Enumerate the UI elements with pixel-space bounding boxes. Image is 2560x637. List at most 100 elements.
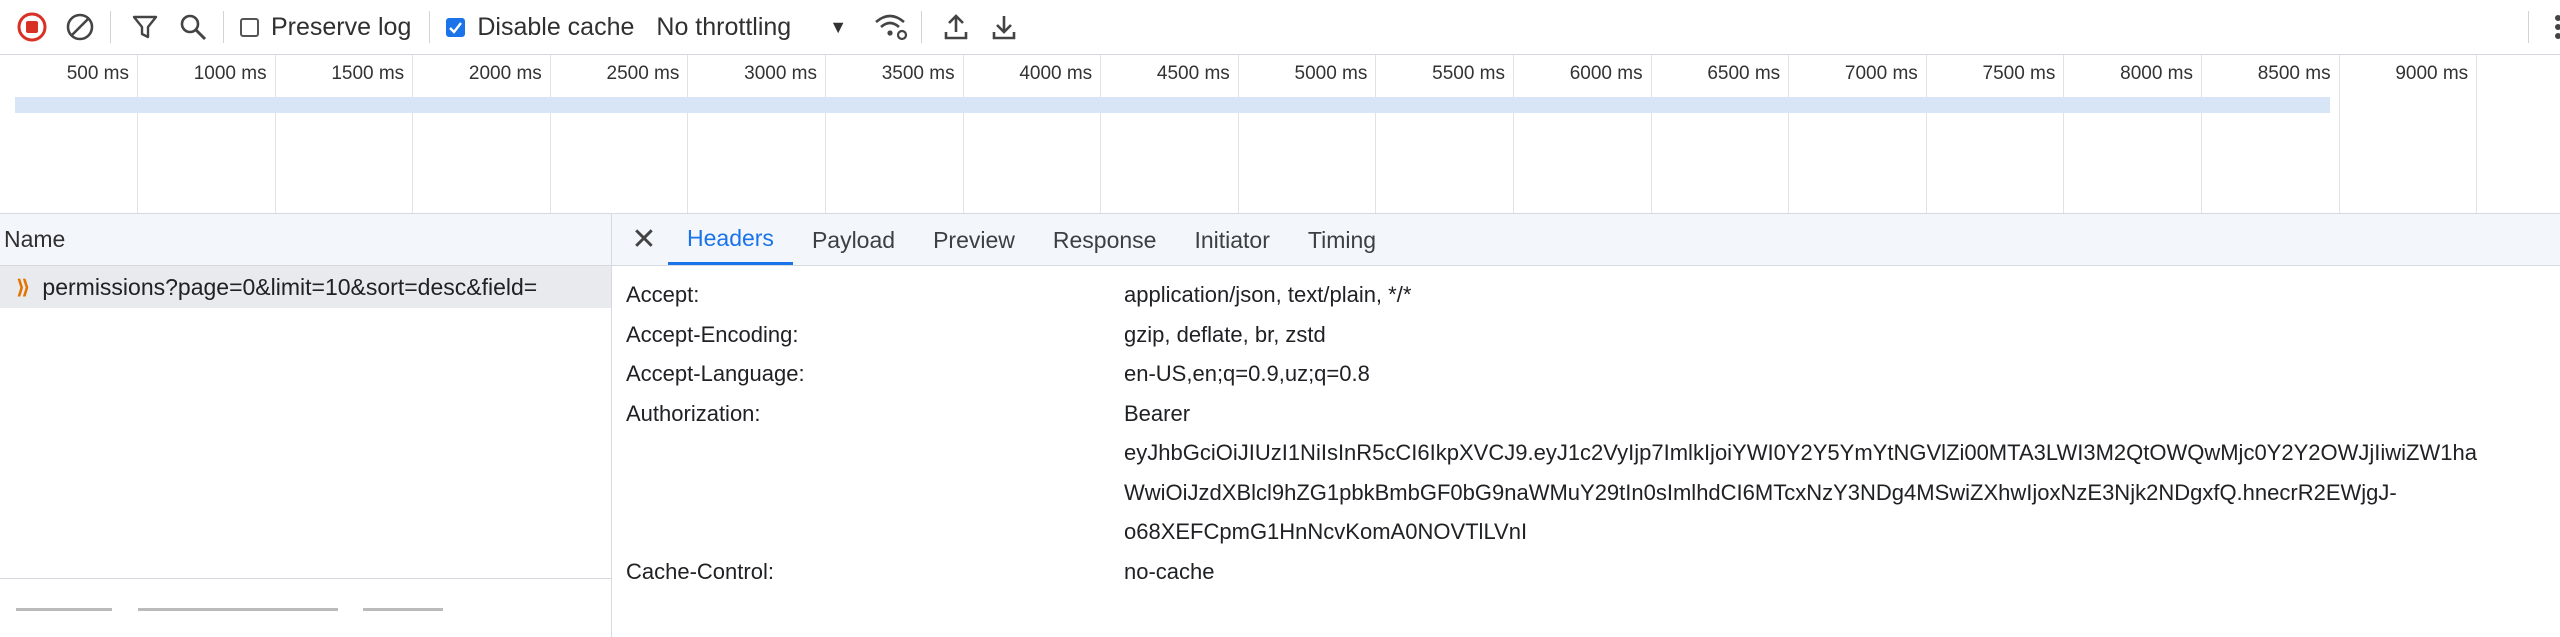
checkbox-box-checked[interactable]	[446, 17, 466, 37]
header-value: no-cache	[1124, 558, 1215, 584]
header-name: Authorization:	[626, 400, 761, 426]
request-details-panel: ✕ Headers Payload Preview Response Initiator…	[612, 214, 2560, 637]
request-name: permissions?page=0&limit=10&sort=desc&fi…	[42, 273, 538, 300]
filter-icon	[132, 15, 158, 39]
header-value: Bearer	[1124, 400, 1191, 426]
dropdown-arrow-icon: ▼	[829, 16, 848, 37]
tab-preview[interactable]: Preview	[914, 215, 1034, 265]
header-value: gzip, deflate, br, zstd	[1124, 321, 1326, 347]
xhr-request-icon: ⟫	[16, 276, 31, 299]
timeline-tick-label: 8000 ms	[2120, 63, 2193, 84]
timeline-tick-label: 8500 ms	[2257, 63, 2331, 84]
timeline-gridline	[2476, 55, 2478, 213]
filter-button[interactable]	[123, 5, 167, 49]
toolbar-separator	[429, 11, 431, 43]
timeline-tick-label: 4500 ms	[1156, 63, 1230, 84]
timeline-tick-label: 3000 ms	[744, 63, 817, 84]
timeline-tick-label: 5000 ms	[1294, 63, 1368, 84]
timeline-tick-label: 1500 ms	[331, 63, 405, 84]
timeline-tick-label: 2500 ms	[606, 63, 680, 84]
header-value: eyJhbGciOiJIUzI1NiIsInR5cCI6IkpXVCJ9.eyJ…	[1124, 440, 2477, 465]
checkmark-icon	[449, 21, 463, 34]
clear-button[interactable]	[58, 5, 102, 49]
clear-icon	[66, 13, 94, 41]
import-har-button[interactable]	[934, 5, 978, 49]
details-tabbar: ✕ Headers Payload Preview Response Initiator…	[612, 214, 2560, 266]
tab-payload[interactable]: Payload	[793, 215, 914, 265]
header-value: WwiOiJzdXBlcl9hZG1pbkBmbGF0bG9naWMuY29tI…	[1124, 479, 2397, 505]
network-toolbar: Preserve log Disable cache No throttling…	[0, 0, 2560, 55]
request-timing-bar	[15, 97, 2330, 113]
disable-cache-label: Disable cache	[477, 12, 635, 41]
timeline-gridline	[1788, 55, 1790, 213]
timeline-tick-label: 2000 ms	[468, 63, 542, 84]
header-name: Cache-Control:	[626, 558, 774, 584]
timeline-tick-label: 6000 ms	[1569, 63, 1643, 84]
tab-response[interactable]: Response	[1034, 215, 1176, 265]
timeline-tick-label: 4000 ms	[1019, 63, 1093, 84]
toolbar-separator	[2528, 11, 2529, 43]
timeline-tick-label: 7500 ms	[1982, 63, 2056, 84]
name-column-label: Name	[4, 226, 66, 252]
throttling-value: No throttling	[656, 12, 792, 41]
timeline-gridline	[1650, 55, 1652, 213]
close-icon: ✕	[631, 222, 657, 256]
timeline-gridline	[1513, 55, 1514, 213]
wifi-settings-icon	[875, 14, 908, 41]
timeline-tick-label: 3500 ms	[881, 63, 955, 84]
timeline-gridline	[549, 55, 551, 213]
timeline-tick-label: 500 ms	[66, 63, 129, 84]
timeline-gridline	[2338, 55, 2340, 213]
timeline-gridline	[1375, 55, 1377, 213]
timeline-tick-label: 6500 ms	[1707, 63, 1781, 84]
preserve-log-label: Preserve log	[271, 12, 412, 41]
checkbox-box[interactable]	[240, 17, 259, 37]
upload-icon	[944, 14, 968, 40]
timeline-tick-label: 7000 ms	[1844, 63, 1918, 84]
toolbar-separator	[110, 11, 111, 43]
timeline-overview[interactable]: 500 ms 1000 ms 1500 ms 2000 ms 2500 ms 3000 m…	[0, 55, 2560, 213]
toolbar-separator	[223, 11, 224, 43]
search-icon	[180, 14, 207, 41]
export-har-button[interactable]	[982, 5, 1026, 49]
tab-initiator[interactable]: Initiator	[1175, 215, 1288, 265]
throttling-select[interactable]: No throttling ▼	[656, 13, 847, 42]
name-column-header[interactable]: Name	[0, 214, 611, 266]
more-options-icon[interactable]	[2548, 10, 2560, 44]
record-button[interactable]	[10, 5, 54, 49]
timeline-gridline	[825, 55, 826, 213]
download-icon	[992, 16, 1016, 40]
preserve-log-checkbox[interactable]: Preserve log	[240, 13, 411, 42]
timeline-gridline	[1237, 55, 1239, 213]
timeline-gridline	[137, 55, 138, 213]
timeline-gridline	[1100, 55, 1102, 213]
disable-cache-checkbox[interactable]: Disable cache	[446, 13, 634, 42]
close-details-button[interactable]: ✕	[620, 213, 668, 265]
timeline-gridline	[412, 55, 414, 213]
timeline-gridline	[1925, 55, 1927, 213]
header-value: o68XEFCpmG1HnNcvKomA0NOVTlLVnI	[1124, 519, 1528, 544]
header-value: application/json, text/plain, */*	[1124, 282, 1412, 307]
timeline-gridline	[274, 55, 276, 213]
header-name: Accept-Language:	[626, 361, 805, 386]
timeline-tick-label: 5500 ms	[1432, 63, 1505, 84]
header-name: Accept:	[626, 282, 700, 307]
status-bar-divider	[0, 578, 612, 579]
status-bar	[16, 590, 444, 613]
timeline-tick-label: 9000 ms	[2395, 63, 2469, 84]
tab-headers[interactable]: Headers	[668, 215, 793, 265]
tab-timing[interactable]: Timing	[1289, 215, 1395, 265]
request-row[interactable]: ⟫ permissions?page=0&limit=10&sort=desc&…	[0, 266, 611, 308]
stop-recording-icon	[17, 12, 47, 42]
timeline-gridline	[962, 55, 964, 213]
timeline-gridline	[687, 55, 689, 213]
timeline-gridline	[2063, 55, 2065, 213]
header-value: en-US,en;q=0.9,uz;q=0.8	[1124, 361, 1370, 386]
header-name: Accept-Encoding:	[626, 321, 799, 347]
search-button[interactable]	[171, 5, 215, 49]
network-conditions-button[interactable]	[869, 5, 913, 49]
request-list-panel: Name ⟫ permissions?page=0&limit=10&sort=…	[0, 214, 612, 637]
toolbar-separator	[921, 11, 923, 43]
timeline-tick-label: 1000 ms	[193, 63, 267, 84]
timeline-gridline	[2201, 55, 2202, 213]
